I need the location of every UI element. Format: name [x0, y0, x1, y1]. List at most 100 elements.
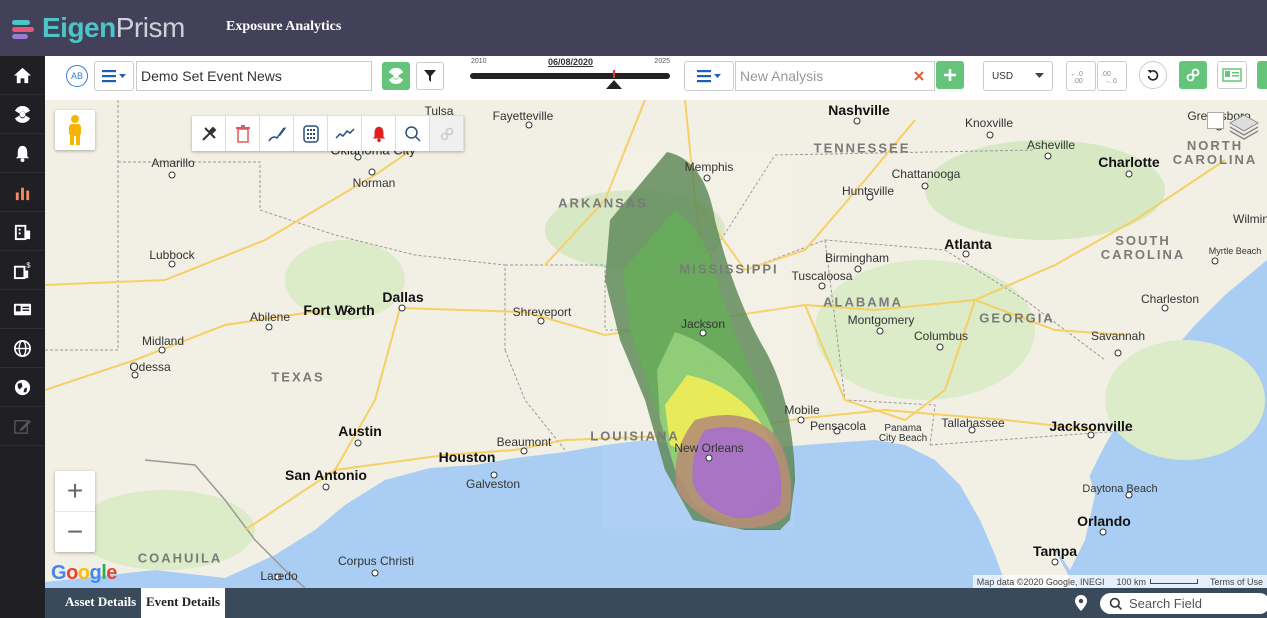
- decrease-decimals-icon: .00→.0: [1101, 71, 1117, 84]
- state-label-line: CAROLINA: [1100, 247, 1186, 262]
- state-label: SOUTH CAROLINA: [1101, 234, 1186, 262]
- event-set-field[interactable]: Demo Set Event News: [136, 61, 372, 91]
- map-layers-button[interactable]: [1228, 112, 1260, 140]
- sidebar-item-analytics[interactable]: [0, 173, 45, 212]
- city-label: Jackson: [680, 317, 726, 331]
- state-label: GEORGIA: [979, 310, 1055, 326]
- link-icon: [1186, 68, 1200, 82]
- city-label: Charleston: [1140, 292, 1200, 306]
- add-analysis-button[interactable]: [936, 61, 964, 89]
- timeline-current-date: 06/08/2020: [548, 57, 594, 67]
- sidebar-item-edit[interactable]: [0, 407, 45, 446]
- timeline-track: [470, 73, 670, 79]
- sidebar-item-portfolio[interactable]: [0, 212, 45, 251]
- location-pin-icon[interactable]: [1075, 595, 1087, 616]
- list-menu-icon: [102, 70, 126, 83]
- city-label: Dallas: [382, 289, 424, 305]
- zoom-in-button[interactable]: +: [55, 471, 95, 512]
- map-data-credit[interactable]: Map data ©2020 Google, INEGI: [977, 577, 1105, 587]
- sidebar-item-reports[interactable]: [0, 290, 45, 329]
- city-label: Lubbock: [149, 248, 195, 262]
- google-logo[interactable]: Google: [51, 562, 117, 585]
- terms-of-use-link[interactable]: Terms of Use: [1210, 577, 1263, 587]
- svg-text:.00: .00: [1073, 78, 1083, 84]
- tool-link[interactable]: [430, 116, 464, 151]
- state-label: MISSISSIPPI: [679, 261, 779, 277]
- sidebar-item-hazard[interactable]: [0, 95, 45, 134]
- timeline-end-label: 2025: [654, 58, 670, 65]
- svg-text:$: $: [26, 261, 31, 270]
- city-label: Fayetteville: [492, 109, 554, 123]
- link-button[interactable]: [1179, 61, 1207, 89]
- city-label: Memphis: [684, 160, 734, 174]
- city-label: Austin: [338, 423, 382, 439]
- zoom-controls: + −: [55, 471, 95, 552]
- id-card-icon: [13, 303, 32, 315]
- state-label-line: NORTH: [1186, 138, 1244, 153]
- city-label: Daytona Beach: [1082, 483, 1158, 495]
- timeline-slider[interactable]: 2010 06/08/2020 2025: [470, 57, 672, 94]
- city-label: Mobile: [784, 403, 820, 417]
- user-avatar[interactable]: AB: [66, 65, 88, 87]
- tools-icon: [201, 126, 216, 141]
- zoom-out-button[interactable]: −: [55, 512, 95, 552]
- city-label: Houston: [438, 449, 496, 465]
- search-icon: [404, 125, 421, 142]
- analysis-name-input[interactable]: New Analysis: [735, 61, 935, 91]
- id-card-icon: [1222, 68, 1242, 82]
- search-icon: [1109, 597, 1122, 610]
- tool-trend[interactable]: [328, 116, 362, 151]
- city-label: Tallahassee: [941, 416, 1005, 430]
- analysis-list-menu-button[interactable]: [684, 61, 734, 91]
- event-list-menu-button[interactable]: [94, 61, 134, 91]
- home-icon: [13, 67, 32, 83]
- toolbar: AB Demo Set Event News 2010 06/08/2020 2…: [45, 56, 1267, 101]
- tab-asset-details[interactable]: Asset Details: [60, 588, 141, 618]
- increase-decimals-button[interactable]: ←.0.00: [1066, 61, 1096, 91]
- chevron-down-icon: [1035, 73, 1044, 78]
- city-label: Galveston: [465, 477, 521, 491]
- map-view[interactable]: ARKANSAS MISSISSIPPI TENNESSEE NORTH CARO…: [45, 100, 1267, 588]
- state-label: TENNESSEE: [813, 140, 911, 156]
- state-label: LOUISIANA: [590, 428, 680, 444]
- hazard-layer-button[interactable]: [382, 62, 410, 90]
- city-label: Tuscaloosa: [791, 269, 853, 283]
- bar-chart-icon: [15, 187, 30, 200]
- search-field[interactable]: Search Field: [1100, 593, 1267, 614]
- city-label: Asheville: [1026, 138, 1076, 152]
- report-card-button[interactable]: [1217, 61, 1247, 89]
- pen-draw-icon: [267, 126, 286, 141]
- clear-analysis-button[interactable]: [911, 68, 927, 84]
- tool-draw[interactable]: [260, 116, 294, 151]
- refresh-button[interactable]: [1139, 61, 1167, 89]
- timeline-start-label: 2010: [471, 58, 487, 65]
- state-label-line: SOUTH: [1115, 233, 1171, 248]
- filter-button[interactable]: [416, 62, 444, 90]
- city-label: Pensacola: [809, 419, 867, 433]
- street-view-pegman[interactable]: [55, 110, 95, 150]
- tool-delete[interactable]: [226, 116, 260, 151]
- sidebar-item-alerts[interactable]: [0, 134, 45, 173]
- avatar-initials: AB: [70, 71, 83, 81]
- pegman-icon: [69, 115, 81, 145]
- currency-select[interactable]: USD: [983, 61, 1053, 91]
- fullscreen-button[interactable]: [1207, 112, 1224, 129]
- sidebar-item-global[interactable]: [0, 329, 45, 368]
- city-label: Fort Worth: [303, 302, 375, 318]
- tool-alerts[interactable]: [362, 116, 396, 151]
- city-label: Myrtle Beach: [1208, 246, 1262, 256]
- eigenprism-logo[interactable]: EigenPrism: [12, 10, 185, 46]
- tab-event-details[interactable]: Event Details: [141, 588, 226, 618]
- building-icon: [14, 224, 31, 240]
- tool-settings[interactable]: [192, 116, 226, 151]
- svg-text:.00: .00: [1101, 71, 1111, 78]
- panel-toggle-button[interactable]: [1257, 61, 1267, 89]
- decrease-decimals-button[interactable]: .00 →.0: [1097, 61, 1127, 91]
- tool-calculator[interactable]: [294, 116, 328, 151]
- sidebar-item-global-exposure[interactable]: [0, 368, 45, 407]
- sidebar-item-financial[interactable]: $: [0, 251, 45, 290]
- tool-search[interactable]: [396, 116, 430, 151]
- plus-icon: +: [66, 475, 84, 506]
- sidebar-item-home[interactable]: [0, 56, 45, 95]
- city-label: Birmingham: [824, 251, 890, 265]
